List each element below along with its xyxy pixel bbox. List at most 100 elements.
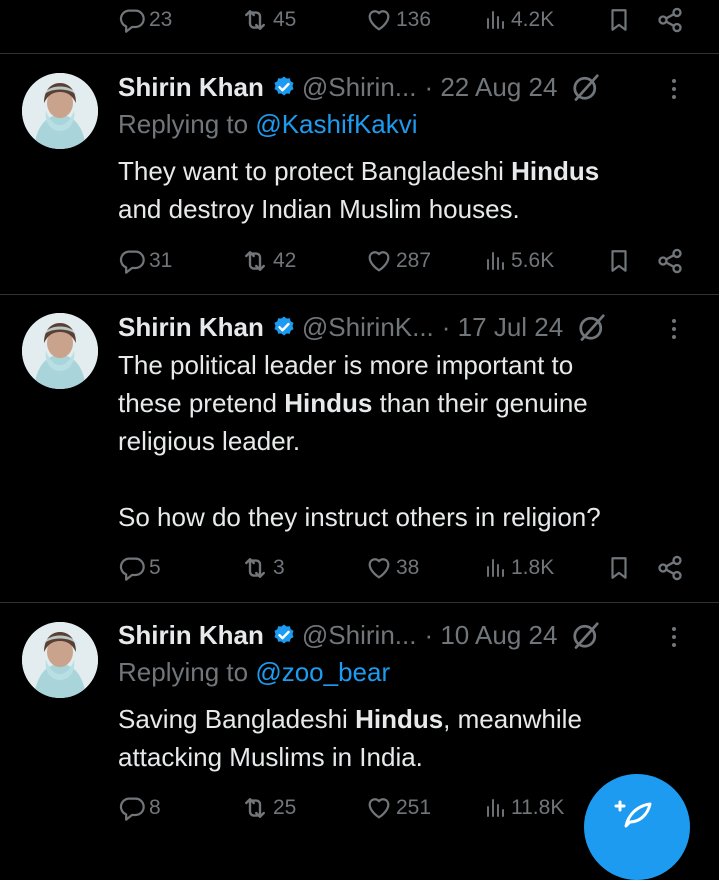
profile-photo <box>22 73 98 149</box>
more-options-icon[interactable] <box>672 79 676 99</box>
views-count: 5.6K <box>511 249 555 272</box>
bar-chart-icon <box>484 249 508 273</box>
bookmark-button[interactable] <box>606 548 632 588</box>
replying-to-link[interactable]: @zoo_bear <box>255 657 390 687</box>
views-count: 1.8K <box>511 556 555 579</box>
like-button[interactable]: 38 <box>365 548 419 588</box>
tweet-action-bar: 5 3 38 1.8K <box>0 548 719 588</box>
grok-icon[interactable] <box>571 620 601 650</box>
like-count: 38 <box>396 556 420 579</box>
tweet-text-line: So how do they instruct others in religi… <box>118 502 601 532</box>
tweet-text-bold: Hindus <box>355 704 444 734</box>
tweet-text-bold: Hindus <box>284 388 373 418</box>
reply-count: 8 <box>149 796 161 819</box>
repost-button[interactable]: 45 <box>240 0 296 40</box>
tweet-text: They want to protect Bangladeshi Hindus … <box>118 152 678 228</box>
views-button[interactable]: 1.8K <box>484 548 554 588</box>
share-button[interactable] <box>656 0 684 40</box>
tweet-header: Shirin Khan @ShirinK... · 17 Jul 24 <box>118 308 607 346</box>
repost-count: 42 <box>273 249 297 272</box>
repost-count: 3 <box>273 556 285 579</box>
like-count: 136 <box>396 8 432 31</box>
views-button[interactable]: 5.6K <box>484 241 554 281</box>
like-count: 251 <box>396 796 432 819</box>
share-button[interactable] <box>656 548 684 588</box>
tweet[interactable]: Shirin Khan @Shirin... · 22 Aug 24 Reply… <box>0 54 719 294</box>
compose-button[interactable] <box>584 774 690 880</box>
tweet-text-part: Saving Bangladeshi <box>118 704 356 734</box>
more-options-icon[interactable] <box>672 319 676 339</box>
reply-button[interactable]: 5 <box>118 548 161 588</box>
heart-icon <box>365 247 393 275</box>
replying-to-label: Replying to <box>118 657 256 687</box>
heart-icon <box>365 554 393 582</box>
repost-button[interactable]: 25 <box>240 788 296 828</box>
tweet-header: Shirin Khan @Shirin... · 10 Aug 24 <box>118 616 601 654</box>
author-name[interactable]: Shirin Khan <box>118 620 264 651</box>
verified-badge-icon <box>272 623 296 647</box>
grok-icon[interactable] <box>577 312 607 342</box>
share-icon <box>656 554 684 582</box>
avatar[interactable] <box>22 313 98 389</box>
tweet-header: Shirin Khan @Shirin... · 22 Aug 24 <box>118 68 601 106</box>
speech-bubble-icon <box>118 554 146 582</box>
repost-count: 45 <box>273 8 297 31</box>
repost-button[interactable]: 3 <box>240 548 285 588</box>
repost-arrows-icon <box>240 5 270 35</box>
bookmark-icon <box>606 247 632 275</box>
tweet[interactable]: Shirin Khan @ShirinK... · 17 Jul 24 The … <box>0 295 719 601</box>
bookmark-icon <box>606 554 632 582</box>
share-icon <box>656 6 684 34</box>
tweet-date[interactable]: · 22 Aug 24 <box>424 72 557 103</box>
like-button[interactable]: 251 <box>365 788 431 828</box>
repost-arrows-icon <box>240 793 270 823</box>
bookmark-button[interactable] <box>606 241 632 281</box>
tweet-date[interactable]: · 17 Jul 24 <box>442 312 563 343</box>
tweet-action-bar: 31 42 287 5.6K <box>0 241 719 281</box>
reply-button[interactable]: 31 <box>118 241 172 281</box>
repost-arrows-icon <box>240 553 270 583</box>
reply-button[interactable]: 23 <box>118 0 172 40</box>
tweet-text-part: , meanwhile <box>443 704 582 734</box>
repost-arrows-icon <box>240 246 270 276</box>
views-button[interactable]: 4.2K <box>484 0 554 40</box>
replying-to-label: Replying to <box>118 109 256 139</box>
reply-count: 31 <box>149 249 173 272</box>
repost-button[interactable]: 42 <box>240 241 296 281</box>
replying-to: Replying to @zoo_bear <box>118 657 390 688</box>
like-button[interactable]: 287 <box>365 241 431 281</box>
tweet-date[interactable]: · 10 Aug 24 <box>424 620 557 651</box>
bar-chart-icon <box>484 556 508 580</box>
reply-count: 5 <box>149 556 161 579</box>
author-handle[interactable]: @Shirin... <box>302 620 417 651</box>
tweet-text-line: religious leader. <box>118 426 301 456</box>
tweet-text: Saving Bangladeshi Hindus, meanwhile att… <box>118 700 678 776</box>
verified-badge-icon <box>272 75 296 99</box>
views-count: 11.8K <box>511 796 565 819</box>
more-options-icon[interactable] <box>672 627 676 647</box>
bar-chart-icon <box>484 796 508 820</box>
bookmark-button[interactable] <box>606 0 632 40</box>
reply-button[interactable]: 8 <box>118 788 161 828</box>
tweet-text-line: and destroy Indian Muslim houses. <box>118 194 520 224</box>
views-count: 4.2K <box>511 8 555 31</box>
author-name[interactable]: Shirin Khan <box>118 312 264 343</box>
author-name[interactable]: Shirin Khan <box>118 72 264 103</box>
tweet-text-part: They want to protect Bangladeshi <box>118 156 512 186</box>
avatar[interactable] <box>22 73 98 149</box>
views-button[interactable]: 11.8K <box>484 788 564 828</box>
grok-icon[interactable] <box>571 72 601 102</box>
share-icon <box>656 247 684 275</box>
share-button[interactable] <box>656 241 684 281</box>
profile-photo <box>22 313 98 389</box>
tweet-text-line: attacking Muslims in India. <box>118 742 423 772</box>
tweet-text-part: these pretend <box>118 388 285 418</box>
avatar[interactable] <box>22 622 98 698</box>
like-button[interactable]: 136 <box>365 0 431 40</box>
like-count: 287 <box>396 249 432 272</box>
compose-feather-icon <box>614 800 652 828</box>
replying-to-link[interactable]: @KashifKakvi <box>255 109 417 139</box>
author-handle[interactable]: @ShirinK... <box>302 312 434 343</box>
repost-count: 25 <box>273 796 297 819</box>
author-handle[interactable]: @Shirin... <box>302 72 417 103</box>
